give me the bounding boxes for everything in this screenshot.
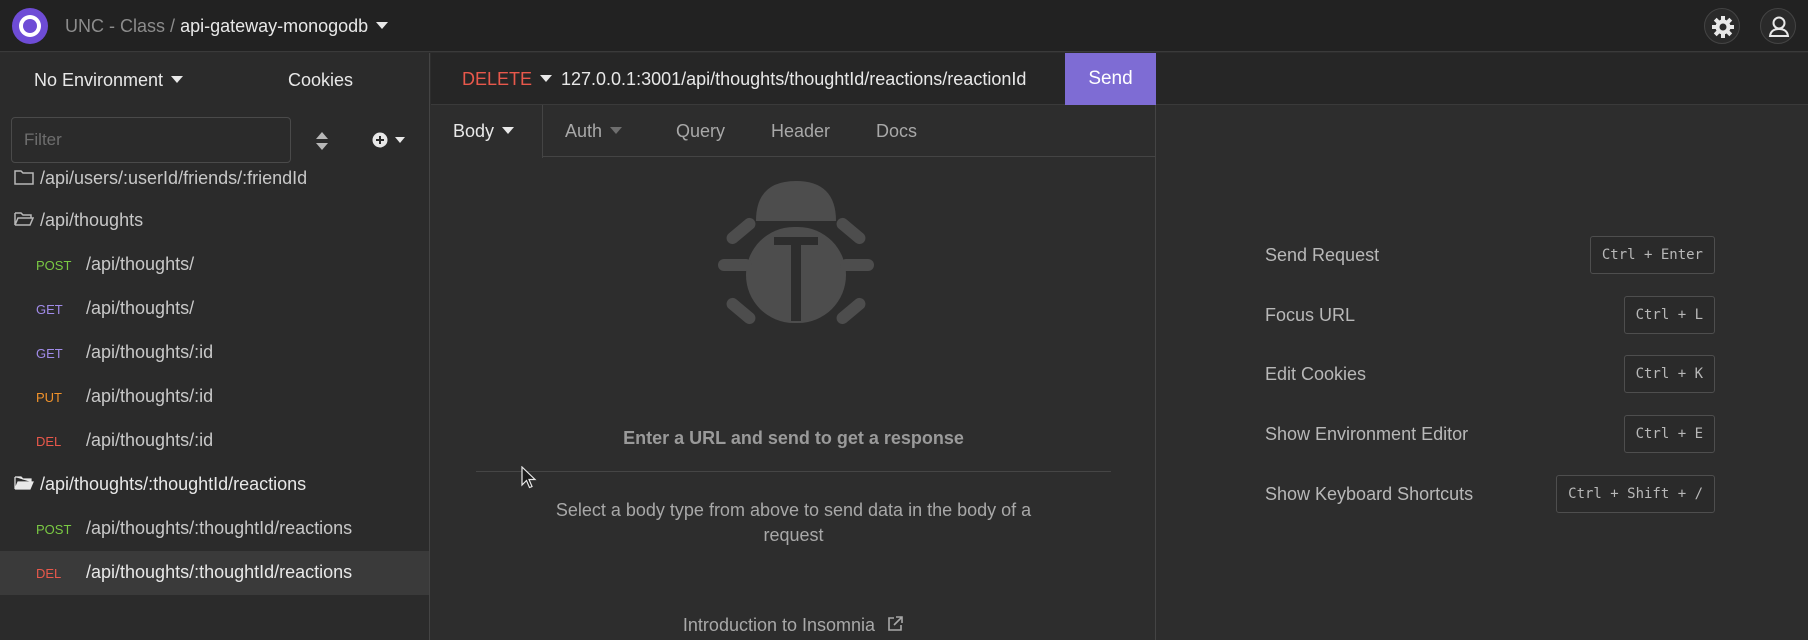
- request-item-active[interactable]: DEL /api/thoughts/:thoughtId/reactions: [0, 551, 429, 595]
- request-label: /api/thoughts/:id: [86, 430, 214, 450]
- request-item[interactable]: POST /api/thoughts/:thoughtId/reactions: [0, 507, 429, 551]
- method-badge: DEL: [36, 566, 62, 581]
- shortcut-label: Focus URL: [1265, 305, 1356, 325]
- breadcrumb-separator: /: [170, 16, 176, 36]
- intro-link-label[interactable]: Introduction to Insomnia: [683, 615, 875, 635]
- chevron-down-icon[interactable]: [540, 75, 553, 82]
- method-badge: DEL: [36, 434, 62, 449]
- shortcut-keys: Ctrl + L: [1623, 296, 1715, 334]
- tab-auth-label[interactable]: Auth: [565, 121, 602, 141]
- request-item[interactable]: DEL /api/thoughts/:id: [0, 419, 429, 463]
- workspace-name[interactable]: UNC - Class: [65, 16, 165, 36]
- empty-state-description: Select a body type from above to send da…: [555, 500, 1032, 545]
- folder-item[interactable]: /api/users/:userId/friends/:friendId: [0, 157, 429, 201]
- shortcut-keys: Ctrl + Enter: [1589, 236, 1715, 274]
- account-user-icon[interactable]: [1760, 8, 1796, 44]
- chevron-down-icon[interactable]: [502, 127, 515, 134]
- request-item[interactable]: GET /api/thoughts/:id: [0, 331, 429, 375]
- request-label: /api/thoughts/:thoughtId/reactions: [86, 518, 353, 538]
- app-logo-icon[interactable]: [12, 8, 48, 44]
- folder-label: /api/thoughts/:thoughtId/reactions: [40, 474, 307, 494]
- tab-header[interactable]: Header: [771, 121, 830, 142]
- shortcut-label: Send Request: [1265, 245, 1380, 265]
- tab-auth[interactable]: Auth: [565, 121, 623, 142]
- request-item[interactable]: PUT /api/thoughts/:id: [0, 375, 429, 419]
- intro-link[interactable]: Introduction to Insomnia: [431, 615, 1156, 638]
- method-badge: GET: [36, 346, 63, 361]
- folder-item[interactable]: /api/thoughts: [0, 199, 429, 243]
- folder-label: /api/thoughts: [40, 210, 144, 230]
- sort-icon[interactable]: [312, 130, 332, 152]
- url-input[interactable]: 127.0.0.1:3001/api/thoughts/thoughtId/re…: [561, 69, 1026, 90]
- request-tabs: Body Auth Query Header Docs: [431, 105, 1156, 158]
- shortcut-label: Show Keyboard Shortcuts: [1265, 484, 1474, 504]
- chevron-down-icon[interactable]: [376, 22, 389, 29]
- request-item[interactable]: GET /api/thoughts/: [0, 287, 429, 331]
- tab-query[interactable]: Query: [676, 121, 725, 142]
- shortcut-keys: Ctrl + Shift + /: [1556, 475, 1715, 513]
- top-bar: UNC - Class / api-gateway-monogodb: [0, 0, 1808, 52]
- folder-open-icon: [14, 475, 34, 491]
- folder-open-icon: [14, 211, 35, 227]
- shortcut-keys: Ctrl + K: [1623, 355, 1715, 393]
- settings-gear-icon[interactable]: [1704, 8, 1740, 44]
- request-label: /api/thoughts/:id: [86, 386, 214, 406]
- project-name[interactable]: api-gateway-monogodb: [180, 16, 368, 36]
- bug-icon: [714, 173, 878, 343]
- sidebar: No Environment Cookies /api/users/:userI…: [0, 53, 430, 640]
- environment-label[interactable]: No Environment: [34, 70, 163, 90]
- send-button[interactable]: Send: [1065, 53, 1156, 105]
- shortcut-row: Show Keyboard Shortcuts Ctrl + Shift + /: [1265, 475, 1715, 513]
- request-label: /api/thoughts/:id: [86, 342, 214, 362]
- request-url-bar: DELETE 127.0.0.1:3001/api/thoughts/thoug…: [431, 53, 1808, 105]
- folder-closed-icon: [14, 169, 34, 185]
- request-item[interactable]: POST /api/thoughts/: [0, 243, 429, 287]
- add-plus-icon[interactable]: [370, 128, 410, 152]
- shortcut-row: Show Environment Editor Ctrl + E: [1265, 415, 1715, 453]
- shortcut-row: Focus URL Ctrl + L: [1265, 296, 1715, 334]
- shortcut-keys: Ctrl + E: [1623, 415, 1715, 453]
- tab-body[interactable]: Body: [453, 121, 515, 142]
- method-badge: POST: [36, 522, 72, 537]
- folder-label: /api/users/:userId/friends/:friendId: [40, 168, 308, 188]
- cookies-button[interactable]: Cookies: [288, 70, 353, 91]
- tab-body-label[interactable]: Body: [453, 121, 494, 141]
- method-label[interactable]: DELETE: [462, 69, 532, 89]
- request-label: /api/thoughts/:thoughtId/reactions: [86, 562, 353, 582]
- method-badge: GET: [36, 302, 63, 317]
- method-badge: PUT: [36, 390, 62, 405]
- folder-item[interactable]: /api/thoughts/:thoughtId/reactions: [0, 463, 429, 507]
- response-pane: Send Request Ctrl + Enter Focus URL Ctrl…: [1157, 105, 1808, 640]
- method-select[interactable]: DELETE: [462, 69, 553, 90]
- empty-state-title: Enter a URL and send to get a response: [623, 428, 964, 448]
- mouse-cursor-icon: [521, 465, 537, 490]
- shortcut-label: Show Environment Editor: [1265, 424, 1469, 444]
- method-badge: POST: [36, 258, 72, 273]
- chevron-down-icon[interactable]: [171, 76, 184, 83]
- tab-docs[interactable]: Docs: [876, 121, 917, 142]
- environment-select[interactable]: No Environment: [34, 70, 184, 91]
- divider: [476, 471, 1111, 472]
- shortcut-row: Send Request Ctrl + Enter: [1265, 236, 1715, 274]
- shortcut-label: Edit Cookies: [1265, 364, 1367, 384]
- request-label: /api/thoughts/: [86, 254, 195, 274]
- breadcrumb[interactable]: UNC - Class / api-gateway-monogodb: [65, 16, 389, 37]
- external-link-icon[interactable]: [886, 615, 904, 638]
- request-label: /api/thoughts/: [86, 298, 195, 318]
- shortcut-row: Edit Cookies Ctrl + K: [1265, 355, 1715, 393]
- request-pane: Body Auth Query Header Docs Enter a URL …: [431, 105, 1156, 640]
- chevron-down-icon[interactable]: [610, 127, 623, 134]
